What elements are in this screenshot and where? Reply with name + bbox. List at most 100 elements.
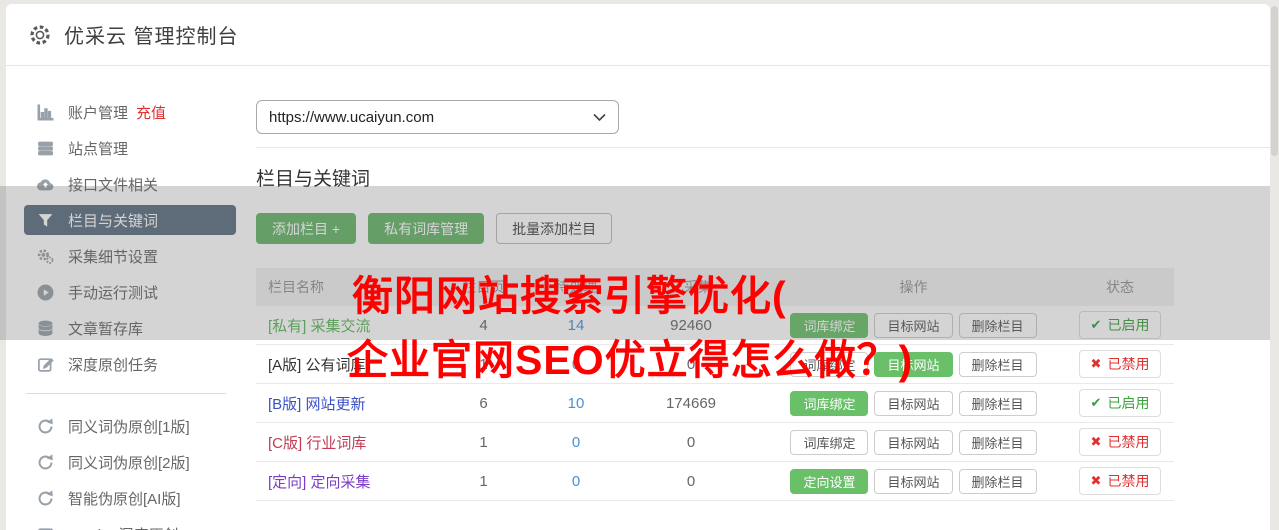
play-icon: [36, 283, 54, 301]
toolbar: 添加栏目 + 私有词库管理 批量添加栏目: [256, 213, 1270, 244]
delete-column-button[interactable]: 删除栏目: [958, 390, 1037, 416]
sidebar-item-manual-test[interactable]: 手动运行测试: [24, 277, 236, 307]
row-name-link[interactable]: [定向] 定向采集: [256, 471, 436, 492]
row-status: ✖ 已禁用: [1066, 467, 1174, 495]
table-row: [私有] 采集交流 4 14 92460 词库绑定 目标网站 删除栏目 ✔ 已启…: [256, 306, 1174, 345]
row-status: ✔ 已启用: [1066, 389, 1174, 417]
sidebar-item-label: 接口文件相关: [68, 176, 159, 194]
row-pending-link[interactable]: 0: [531, 434, 621, 451]
row-pages-count: 1: [479, 433, 488, 451]
header-column-pages: 栏目页: [462, 279, 505, 295]
thesaurus-bind-button[interactable]: 词库绑定: [790, 429, 869, 455]
sidebar-item-label: 手动运行测试: [68, 284, 159, 302]
row-pages-count: 1: [479, 355, 488, 373]
row-pending-link[interactable]: 14: [531, 317, 621, 334]
thesaurus-bind-button[interactable]: 词库绑定: [790, 351, 869, 377]
row-pages-count: 1: [479, 472, 488, 490]
sidebar-item-label: 深度原创任务: [68, 356, 159, 374]
header-actions: 操作: [899, 279, 928, 295]
table-row: [B版] 网站更新 6 10 174669 词库绑定 目标网站 删除栏目 ✔ 已…: [256, 384, 1174, 423]
cross-icon: ✖: [1090, 356, 1102, 371]
sidebar-item-uwriter[interactable]: UWriter深度原创: [24, 519, 236, 530]
edit-icon: [36, 525, 54, 530]
sidebar-item-sites[interactable]: 站点管理: [24, 133, 236, 163]
recharge-link[interactable]: 充值: [136, 102, 166, 123]
header-pending: 待处理: [555, 279, 597, 295]
sidebar: 账户管理 充值 站点管理 接口文件相关 栏目与关键词 采集细节设置 手动运行测试…: [24, 97, 236, 530]
delete-column-button[interactable]: 删除栏目: [958, 351, 1037, 377]
sidebar-item-article-cache[interactable]: 文章暂存库: [24, 313, 236, 343]
row-collected-count: 0: [686, 433, 696, 451]
sidebar-item-synonym-v2[interactable]: 同义词伪原创[2版]: [24, 447, 236, 477]
row-status: ✖ 已禁用: [1066, 350, 1174, 378]
sidebar-item-ai-original[interactable]: 智能伪原创[AI版]: [24, 483, 236, 513]
sidebar-item-label: 同义词伪原创[2版]: [68, 454, 190, 472]
sidebar-item-collection-settings[interactable]: 采集细节设置: [24, 241, 236, 271]
target-site-button[interactable]: 目标网站: [874, 468, 953, 494]
server-icon: [36, 139, 54, 157]
thesaurus-bind-button[interactable]: 词库绑定: [790, 312, 869, 338]
target-site-button[interactable]: 目标网站: [874, 390, 953, 416]
status-badge-disabled[interactable]: ✖ 已禁用: [1078, 350, 1162, 378]
sidebar-item-deep-original[interactable]: 深度原创任务: [24, 349, 236, 379]
row-pending-link[interactable]: 0: [531, 473, 621, 490]
row-name-link[interactable]: [私有] 采集交流: [256, 315, 436, 336]
row-collected-count: 174669: [665, 394, 717, 412]
target-site-button[interactable]: 目标网站: [874, 312, 953, 338]
delete-column-button[interactable]: 删除栏目: [958, 468, 1037, 494]
status-badge-disabled[interactable]: ✖ 已禁用: [1078, 467, 1162, 495]
sidebar-item-interface-files[interactable]: 接口文件相关: [24, 169, 236, 199]
app-title: 优采云 管理控制台: [64, 26, 239, 48]
site-select[interactable]: https://www.ucaiyun.com: [256, 100, 619, 134]
table-row: [A版] 公有词库 1 0 0 词库绑定 目标网站 删除栏目 ✖ 已禁用: [256, 345, 1174, 384]
gears-icon: [36, 247, 54, 265]
refresh-icon: [36, 489, 54, 507]
app-surface: 优采云 管理控制台 账户管理 充值 站点管理 接口文件相关 栏目与关键词 采集细…: [6, 4, 1270, 530]
refresh-icon: [36, 417, 54, 435]
add-column-button[interactable]: 添加栏目 +: [256, 213, 357, 244]
top-header: 优采云 管理控制台: [6, 4, 1270, 66]
gear-icon: [28, 23, 52, 47]
row-collected-count: 0: [686, 355, 696, 373]
status-badge-enabled[interactable]: ✔ 已启用: [1078, 389, 1162, 417]
scrollbar-thumb[interactable]: [1271, 6, 1278, 156]
status-badge-enabled[interactable]: ✔ 已启用: [1078, 311, 1162, 339]
status-badge-disabled[interactable]: ✖ 已禁用: [1078, 428, 1162, 456]
columns-table: 栏目名称 栏目页 待处理 已采集 操作 状态 [私有] 采集交流 4 14 92…: [256, 268, 1174, 501]
site-select-value: https://www.ucaiyun.com: [269, 108, 435, 126]
table-header-row: 栏目名称 栏目页 待处理 已采集 操作 状态: [256, 268, 1174, 306]
batch-add-button[interactable]: 批量添加栏目: [496, 213, 613, 244]
chevron-down-icon: [593, 109, 606, 126]
row-actions: 词库绑定 目标网站 删除栏目: [761, 351, 1066, 377]
delete-column-button[interactable]: 删除栏目: [958, 312, 1037, 338]
sidebar-divider: [26, 393, 226, 394]
sidebar-item-synonym-v1[interactable]: 同义词伪原创[1版]: [24, 411, 236, 441]
scrollbar-track[interactable]: [1270, 0, 1279, 530]
divider: [256, 147, 1270, 148]
row-pages-count: 4: [479, 316, 488, 334]
row-pending-link[interactable]: 0: [531, 356, 621, 373]
sidebar-item-label: 栏目与关键词: [68, 212, 159, 230]
header-column-name: 栏目名称: [268, 279, 324, 295]
target-site-button[interactable]: 目标网站: [874, 429, 953, 455]
row-name-link[interactable]: [C版] 行业词库: [256, 432, 436, 453]
sidebar-item-account[interactable]: 账户管理 充值: [24, 97, 236, 127]
private-thesaurus-button[interactable]: 私有词库管理: [368, 213, 485, 244]
row-name-link[interactable]: [A版] 公有词库: [256, 354, 436, 375]
sidebar-item-columns-keywords[interactable]: 栏目与关键词: [24, 205, 236, 235]
table-row: [定向] 定向采集 1 0 0 定向设置 目标网站 删除栏目 ✖ 已禁用: [256, 462, 1174, 501]
sidebar-item-label: 账户管理: [68, 104, 129, 122]
sidebar-item-label: 站点管理: [68, 140, 129, 158]
check-icon: ✔: [1090, 395, 1102, 410]
refresh-icon: [36, 453, 54, 471]
row-pending-link[interactable]: 10: [531, 395, 621, 412]
header-collected: 已采集: [670, 279, 712, 295]
directional-settings-button[interactable]: 定向设置: [790, 468, 869, 494]
thesaurus-bind-button[interactable]: 词库绑定: [790, 390, 869, 416]
target-site-button[interactable]: 目标网站: [874, 351, 953, 377]
row-collected-count: 0: [686, 472, 696, 490]
row-actions: 词库绑定 目标网站 删除栏目: [761, 312, 1066, 338]
row-name-link[interactable]: [B版] 网站更新: [256, 393, 436, 414]
delete-column-button[interactable]: 删除栏目: [958, 429, 1037, 455]
page-title: 栏目与关键词: [256, 169, 371, 190]
